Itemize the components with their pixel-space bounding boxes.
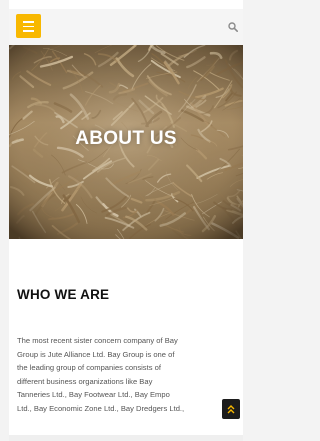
section-body: The most recent sister concern company o…	[17, 334, 239, 416]
body-line: Tanneries Ltd., Bay Footwear Ltd., Bay E…	[17, 390, 170, 400]
menu-button[interactable]	[16, 14, 41, 38]
body-line: Ltd., Bay Economic Zone Ltd., Bay Dredge…	[17, 403, 185, 413]
body-line: Group is Jute Alliance Ltd. Bay Group is…	[17, 349, 175, 359]
site-header	[9, 9, 243, 45]
hero-banner: ABOUT US	[9, 45, 243, 239]
body-line: different business organizations like Ba…	[17, 376, 153, 386]
body-line: the leading group of companies consists …	[17, 363, 161, 373]
section-heading: WHO WE ARE	[17, 287, 110, 302]
bottom-strip	[9, 435, 243, 441]
search-icon[interactable]	[228, 22, 238, 32]
body-line: The most recent sister concern company o…	[17, 336, 178, 345]
hero-title: ABOUT US	[75, 128, 177, 149]
scroll-to-top-button[interactable]	[222, 399, 240, 419]
page: ABOUT US WHO WE ARE The most recent sist…	[0, 0, 243, 441]
double-chevron-up-icon	[227, 405, 235, 414]
